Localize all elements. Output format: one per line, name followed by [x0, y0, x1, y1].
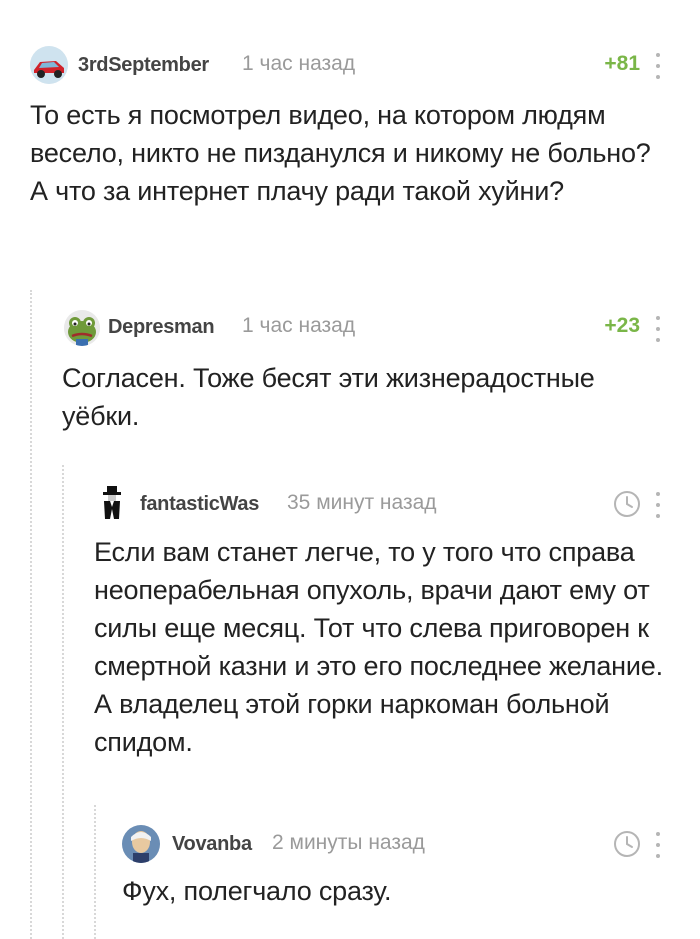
comment-rating[interactable]: +23 [604, 314, 640, 338]
clock-icon[interactable] [613, 830, 641, 858]
car-avatar-icon[interactable] [30, 46, 68, 84]
more-options-icon[interactable] [653, 832, 663, 858]
comment-3rdseptember: 3rdSeptember 1 час назад +81 То есть я п… [0, 0, 700, 270]
man-in-hat-icon[interactable] [100, 485, 124, 519]
clock-icon[interactable] [613, 490, 641, 518]
comment-time: 2 минуты назад [272, 831, 425, 854]
more-options-icon[interactable] [653, 316, 663, 342]
comment-rating[interactable]: +81 [604, 52, 640, 76]
comment-header: fantasticWas 35 минут назад [0, 485, 700, 525]
comment-text: Фух, полегчало сразу. [122, 876, 392, 906]
comment-header: Depresman 1 час назад +23 [0, 310, 700, 350]
more-options-icon[interactable] [653, 492, 663, 518]
comment-text: Если вам станет легче, то у того что спр… [94, 537, 663, 757]
comment-fantasticwas: fantasticWas 35 минут назад Если вам ста… [0, 475, 700, 795]
comment-depresman: Depresman 1 час назад +23 Согласен. Тоже… [0, 300, 700, 460]
comment-time: 1 час назад [242, 52, 356, 75]
username[interactable]: fantasticWas [140, 493, 259, 516]
comment-time: 1 час назад [242, 314, 356, 337]
comment-header: Vovanba 2 минуты назад [0, 825, 700, 865]
comment-time: 35 минут назад [287, 491, 437, 514]
comment-vovanba: Vovanba 2 минуты назад Фух, полегчало ср… [0, 815, 700, 939]
username[interactable]: Vovanba [172, 833, 252, 856]
portrait-avatar-icon[interactable] [122, 825, 160, 863]
comment-text: Согласен. Тоже бесят эти жизнерадостные … [62, 363, 595, 431]
username[interactable]: 3rdSeptember [78, 54, 209, 77]
comment-text: То есть я посмотрел видео, на котором лю… [30, 100, 651, 206]
frog-avatar-icon[interactable] [64, 310, 100, 346]
username[interactable]: Depresman [108, 316, 215, 339]
comment-header: 3rdSeptember 1 час назад +81 [0, 46, 700, 86]
more-options-icon[interactable] [653, 53, 663, 79]
